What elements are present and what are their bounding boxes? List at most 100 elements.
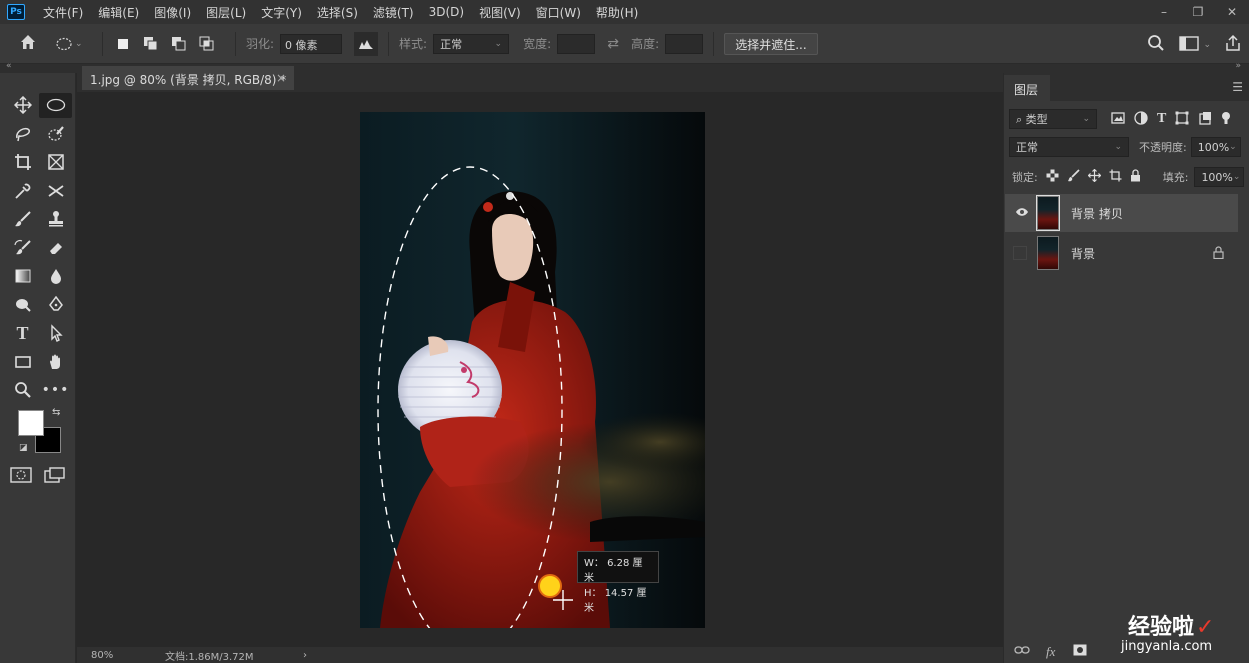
layer-row-background-copy[interactable]: 背景 拷贝: [1005, 194, 1238, 232]
height-input[interactable]: [665, 33, 704, 54]
blur-tool-icon[interactable]: [39, 264, 72, 289]
lock-artboard-icon[interactable]: [1109, 169, 1122, 185]
lock-transparent-pixels-icon[interactable]: [1046, 169, 1059, 185]
restore-button[interactable]: ❐: [1181, 5, 1215, 19]
eyedropper-tool-icon[interactable]: [6, 179, 39, 204]
opacity-input[interactable]: 100% ⌄: [1190, 137, 1241, 157]
menu-edit[interactable]: 编辑(E): [98, 4, 139, 21]
add-mask-icon[interactable]: [1073, 644, 1087, 660]
new-selection-icon[interactable]: [113, 34, 133, 54]
menu-image[interactable]: 图像(I): [154, 4, 191, 21]
filter-type-icon[interactable]: T: [1157, 111, 1166, 127]
foreground-color-swatch[interactable]: [18, 410, 44, 436]
blend-mode-select[interactable]: 正常 ⌄: [1009, 137, 1129, 157]
menu-3d[interactable]: 3D(D): [429, 5, 464, 19]
lock-all-icon[interactable]: [1130, 169, 1141, 185]
fill-input[interactable]: 100% ⌄: [1194, 167, 1245, 187]
menu-view[interactable]: 视图(V): [479, 4, 521, 21]
canvas-area[interactable]: W： 6.28 厘米 H： 14.57 厘米: [77, 92, 1003, 647]
color-swatches[interactable]: ⇆ ◪: [18, 407, 68, 458]
layer-thumbnail: [1036, 195, 1060, 231]
style-select[interactable]: 正常 ⌄: [433, 33, 510, 54]
filter-kind-label: 类型: [1025, 113, 1048, 126]
add-to-selection-icon[interactable]: [141, 34, 161, 54]
layer-name[interactable]: 背景 拷贝: [1071, 205, 1123, 222]
filter-pixel-icon[interactable]: [1111, 111, 1125, 127]
watermark-text: 经验啦✓: [1128, 615, 1215, 640]
layer-filter-select[interactable]: ⌕ 类型 ⌄: [1009, 109, 1097, 129]
lasso-tool-icon[interactable]: [6, 122, 39, 147]
gradient-tool-icon[interactable]: [6, 264, 39, 289]
minimize-button[interactable]: –: [1147, 5, 1181, 19]
workspace-dropdown-icon[interactable]: ⌄: [1203, 40, 1211, 50]
lock-label: 锁定:: [1012, 171, 1038, 184]
layer-lock-icon: [1213, 246, 1224, 262]
type-tool-icon[interactable]: T: [6, 321, 39, 346]
width-input[interactable]: [557, 33, 596, 54]
elliptical-marquee-preset-icon[interactable]: ⌄: [56, 37, 92, 51]
search-icon[interactable]: [1147, 34, 1165, 55]
history-brush-tool-icon[interactable]: [6, 236, 39, 261]
menu-help[interactable]: 帮助(H): [596, 4, 638, 21]
menu-layer[interactable]: 图层(L): [206, 4, 246, 21]
zoom-level[interactable]: 80%: [91, 650, 151, 661]
subtract-from-selection-icon[interactable]: [169, 34, 189, 54]
document-info: 文档:1.86M/3.72M: [165, 651, 254, 663]
share-icon[interactable]: [1225, 34, 1241, 55]
eraser-tool-icon[interactable]: [39, 236, 72, 261]
filter-adjustment-icon[interactable]: [1134, 110, 1148, 128]
clone-stamp-tool-icon[interactable]: [39, 207, 72, 232]
content-aware-move-icon[interactable]: [39, 179, 72, 204]
menu-select[interactable]: 选择(S): [317, 4, 358, 21]
select-and-mask-button[interactable]: 选择并遮住...: [724, 32, 818, 55]
more-tools-icon[interactable]: •••: [39, 378, 72, 403]
workspace-icon[interactable]: [1179, 35, 1200, 54]
brush-tool-icon[interactable]: [6, 207, 39, 232]
screen-mode-icon[interactable]: [44, 467, 66, 486]
close-window-button[interactable]: ✕: [1215, 5, 1249, 19]
filter-shape-icon[interactable]: [1175, 111, 1189, 128]
quick-selection-tool-icon[interactable]: [39, 122, 72, 147]
close-document-icon[interactable]: ×: [276, 71, 286, 85]
layer-effects-icon[interactable]: fx: [1046, 644, 1055, 660]
menu-window[interactable]: 窗口(W): [536, 4, 581, 21]
lock-position-icon[interactable]: [1087, 168, 1102, 185]
panel-menu-icon[interactable]: ☰: [1232, 80, 1243, 94]
intersect-selection-icon[interactable]: [197, 34, 217, 54]
anti-alias-icon[interactable]: [354, 31, 379, 56]
feather-input[interactable]: 0 像素: [280, 33, 343, 54]
status-menu-arrow[interactable]: ›: [303, 650, 307, 661]
zoom-tool-icon[interactable]: [6, 378, 39, 403]
menu-filter[interactable]: 滤镜(T): [373, 4, 414, 21]
layer-visibility-toggle[interactable]: [1013, 246, 1027, 260]
move-tool-icon[interactable]: [6, 93, 39, 118]
dodge-tool-icon[interactable]: [6, 293, 39, 318]
menu-type[interactable]: 文字(Y): [261, 4, 302, 21]
document-tab-bar: 1.jpg @ 80% (背景 拷贝, RGB/8) * ×: [77, 64, 1003, 92]
layers-tab[interactable]: 图层: [1004, 75, 1050, 101]
path-selection-tool-icon[interactable]: [39, 321, 72, 346]
menu-file[interactable]: 文件(F): [43, 4, 83, 21]
elliptical-marquee-tool-icon[interactable]: [39, 93, 72, 118]
filter-toggle-icon[interactable]: [1221, 111, 1231, 128]
rectangle-tool-icon[interactable]: [6, 350, 39, 375]
lock-image-pixels-icon[interactable]: [1067, 169, 1080, 185]
crop-tool-icon[interactable]: [6, 150, 39, 175]
swap-width-height-icon[interactable]: ⇄: [595, 36, 631, 52]
link-layers-icon[interactable]: [1014, 644, 1030, 659]
default-colors-icon[interactable]: ◪: [19, 443, 28, 453]
layer-name[interactable]: 背景: [1071, 245, 1095, 262]
layer-row-background[interactable]: 背景: [1005, 234, 1238, 272]
hand-tool-icon[interactable]: [39, 350, 72, 375]
pen-tool-icon[interactable]: [39, 293, 72, 318]
height-label: 高度:: [631, 37, 660, 51]
home-icon[interactable]: [0, 33, 56, 55]
opacity-value: 100%: [1197, 140, 1230, 154]
swap-colors-icon[interactable]: ⇆: [52, 407, 60, 418]
filter-smart-object-icon[interactable]: [1198, 111, 1212, 128]
document-tab[interactable]: 1.jpg @ 80% (背景 拷贝, RGB/8) * ×: [82, 66, 294, 90]
quick-mask-icon[interactable]: [10, 467, 32, 486]
selection-size-readout: W： 6.28 厘米 H： 14.57 厘米: [577, 551, 659, 614]
layer-visibility-eye-icon[interactable]: [1015, 206, 1029, 220]
frame-tool-icon[interactable]: [39, 150, 72, 175]
